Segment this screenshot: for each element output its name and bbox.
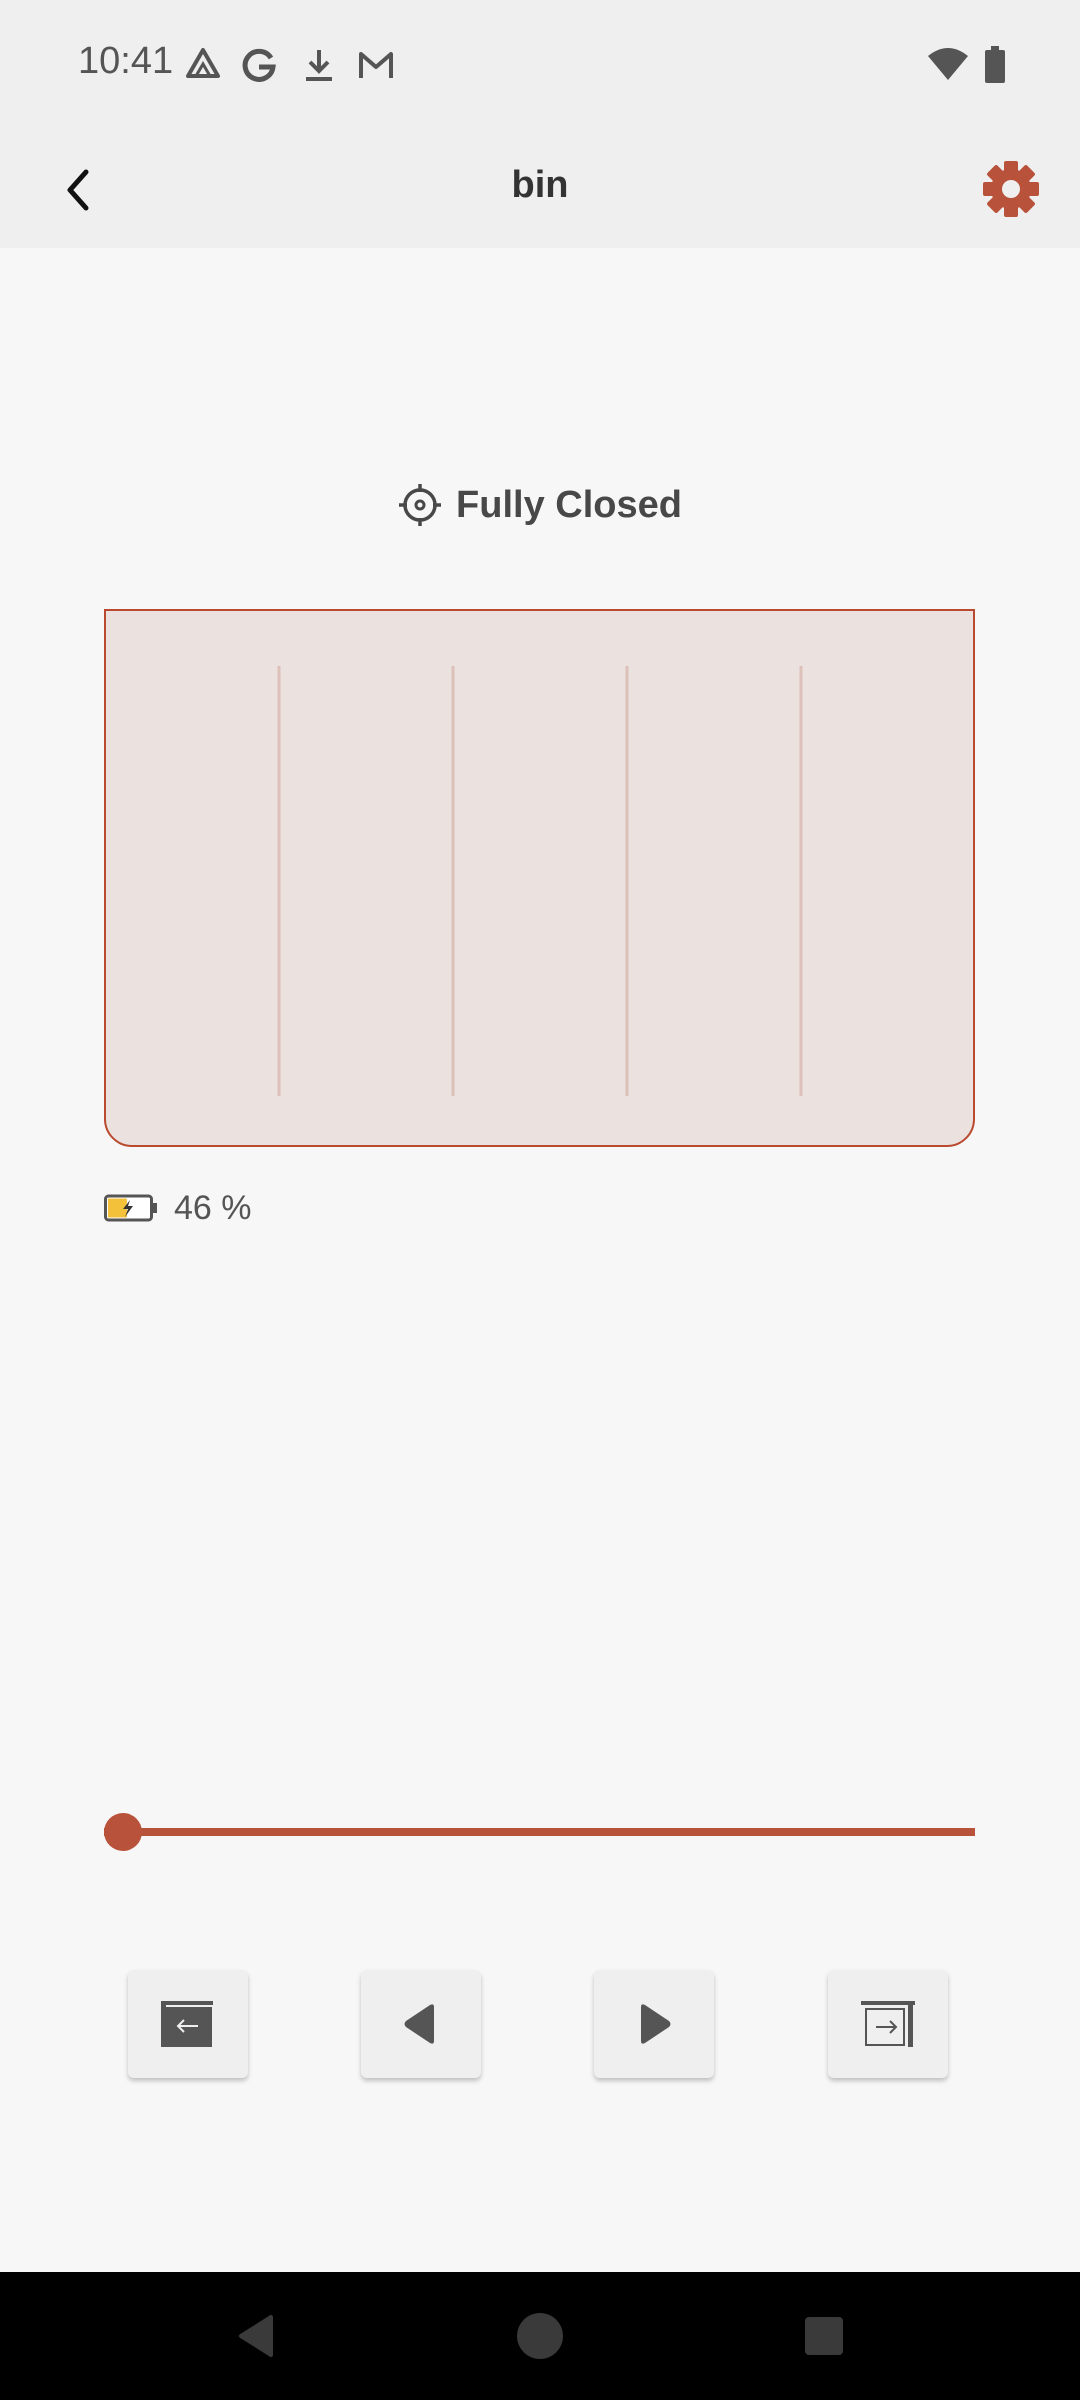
system-nav-bar [0, 2272, 1080, 2400]
status-time: 10:41 [78, 40, 174, 82]
drive-icon [184, 46, 222, 89]
nav-recents-icon [805, 2317, 843, 2355]
nav-back-button[interactable] [216, 2272, 296, 2400]
app-bar: bin [0, 132, 1080, 248]
google-icon [240, 46, 278, 89]
download-icon [300, 46, 338, 89]
nav-home-button[interactable] [500, 2272, 580, 2400]
wifi-icon [926, 46, 970, 89]
position-slider[interactable] [104, 1812, 975, 1852]
status-bar: 10:41 [0, 0, 1080, 132]
move-left-button[interactable] [361, 1970, 481, 2078]
battery-percentage: 46 % [174, 1188, 252, 1227]
state-label: Fully Closed [456, 483, 682, 526]
triangle-right-icon [641, 2004, 671, 2044]
move-right-button[interactable] [594, 1970, 714, 2078]
slider-thumb[interactable] [104, 1813, 142, 1851]
curtain-open-left-icon [161, 2001, 213, 2047]
curtain-preview [104, 609, 975, 1147]
nav-home-icon [517, 2313, 563, 2359]
nav-back-icon [239, 2315, 273, 2357]
gear-icon [983, 161, 1039, 217]
curtain-close-right-icon [861, 2001, 915, 2047]
fully-close-button[interactable] [828, 1970, 948, 2078]
position-target-icon [399, 484, 442, 526]
battery-charging-icon [104, 1194, 157, 1222]
device-state: Fully Closed [0, 470, 1080, 540]
nav-recents-button[interactable] [784, 2272, 864, 2400]
device-battery: 46 % [104, 1183, 252, 1233]
slider-track[interactable] [104, 1828, 975, 1836]
settings-button[interactable] [966, 144, 1056, 234]
triangle-left-icon [404, 2004, 434, 2044]
fully-open-button[interactable] [128, 1970, 248, 2078]
battery-icon [984, 46, 1006, 89]
page-title: bin [511, 164, 569, 206]
gmail-icon [356, 46, 396, 89]
